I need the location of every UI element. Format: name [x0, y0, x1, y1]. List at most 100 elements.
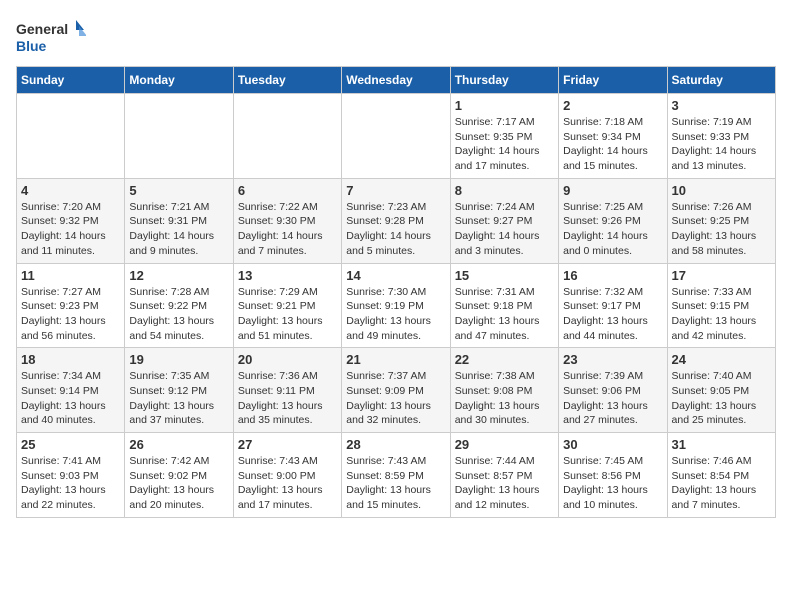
day-info: Sunrise: 7:38 AMSunset: 9:08 PMDaylight:…: [455, 369, 554, 428]
calendar-week-row: 18 Sunrise: 7:34 AMSunset: 9:14 PMDayligh…: [17, 348, 776, 433]
calendar-cell: [233, 94, 341, 179]
calendar-cell: [17, 94, 125, 179]
day-info: Sunrise: 7:19 AMSunset: 9:33 PMDaylight:…: [672, 115, 771, 174]
svg-text:Blue: Blue: [16, 38, 47, 54]
calendar-cell: 18 Sunrise: 7:34 AMSunset: 9:14 PMDayligh…: [17, 348, 125, 433]
day-info: Sunrise: 7:17 AMSunset: 9:35 PMDaylight:…: [455, 115, 554, 174]
day-info: Sunrise: 7:34 AMSunset: 9:14 PMDaylight:…: [21, 369, 120, 428]
calendar-week-row: 4Sunrise: 7:20 AMSunset: 9:32 PMDaylight…: [17, 178, 776, 263]
day-info: Sunrise: 7:36 AMSunset: 9:11 PMDaylight:…: [238, 369, 337, 428]
logo-svg: General Blue: [16, 16, 86, 58]
day-info: Sunrise: 7:21 AMSunset: 9:31 PMDaylight:…: [129, 200, 228, 259]
weekday-header-thursday: Thursday: [450, 67, 558, 94]
day-info: Sunrise: 7:29 AMSunset: 9:21 PMDaylight:…: [238, 285, 337, 344]
day-number: 18: [21, 352, 120, 367]
day-number: 8: [455, 183, 554, 198]
day-info: Sunrise: 7:18 AMSunset: 9:34 PMDaylight:…: [563, 115, 662, 174]
weekday-header-saturday: Saturday: [667, 67, 775, 94]
calendar-cell: 4Sunrise: 7:20 AMSunset: 9:32 PMDaylight…: [17, 178, 125, 263]
day-number: 24: [672, 352, 771, 367]
day-info: Sunrise: 7:43 AMSunset: 9:00 PMDaylight:…: [238, 454, 337, 513]
day-number: 26: [129, 437, 228, 452]
calendar-cell: 9 Sunrise: 7:25 AMSunset: 9:26 PMDaylight…: [559, 178, 667, 263]
weekday-header-friday: Friday: [559, 67, 667, 94]
day-info: Sunrise: 7:22 AMSunset: 9:30 PMDaylight:…: [238, 200, 337, 259]
day-number: 10: [672, 183, 771, 198]
calendar-cell: 12 Sunrise: 7:28 AMSunset: 9:22 PMDayligh…: [125, 263, 233, 348]
logo: General Blue: [16, 16, 86, 58]
day-number: 30: [563, 437, 662, 452]
calendar-cell: 24 Sunrise: 7:40 AMSunset: 9:05 PMDayligh…: [667, 348, 775, 433]
day-number: 14: [346, 268, 445, 283]
day-info: Sunrise: 7:39 AMSunset: 9:06 PMDaylight:…: [563, 369, 662, 428]
calendar-cell: 13 Sunrise: 7:29 AMSunset: 9:21 PMDayligh…: [233, 263, 341, 348]
day-info: Sunrise: 7:25 AMSunset: 9:26 PMDaylight:…: [563, 200, 662, 259]
day-info: Sunrise: 7:31 AMSunset: 9:18 PMDaylight:…: [455, 285, 554, 344]
calendar-cell: 26Sunrise: 7:42 AMSunset: 9:02 PMDayligh…: [125, 433, 233, 518]
calendar-table: SundayMondayTuesdayWednesdayThursdayFrid…: [16, 66, 776, 518]
calendar-cell: 25 Sunrise: 7:41 AMSunset: 9:03 PMDayligh…: [17, 433, 125, 518]
day-number: 13: [238, 268, 337, 283]
svg-text:General: General: [16, 21, 68, 37]
day-number: 29: [455, 437, 554, 452]
day-number: 9: [563, 183, 662, 198]
calendar-cell: 7Sunrise: 7:23 AMSunset: 9:28 PMDaylight…: [342, 178, 450, 263]
day-number: 19: [129, 352, 228, 367]
calendar-cell: 22 Sunrise: 7:38 AMSunset: 9:08 PMDayligh…: [450, 348, 558, 433]
calendar-cell: 21 Sunrise: 7:37 AMSunset: 9:09 PMDayligh…: [342, 348, 450, 433]
day-info: Sunrise: 7:30 AMSunset: 9:19 PMDaylight:…: [346, 285, 445, 344]
calendar-cell: [125, 94, 233, 179]
calendar-cell: 20 Sunrise: 7:36 AMSunset: 9:11 PMDayligh…: [233, 348, 341, 433]
calendar-cell: 11 Sunrise: 7:27 AMSunset: 9:23 PMDayligh…: [17, 263, 125, 348]
calendar-cell: 1 Sunrise: 7:17 AMSunset: 9:35 PMDaylight…: [450, 94, 558, 179]
day-info: Sunrise: 7:37 AMSunset: 9:09 PMDaylight:…: [346, 369, 445, 428]
day-info: Sunrise: 7:43 AMSunset: 8:59 PMDaylight:…: [346, 454, 445, 513]
day-number: 12: [129, 268, 228, 283]
day-number: 15: [455, 268, 554, 283]
day-number: 20: [238, 352, 337, 367]
calendar-cell: 6 Sunrise: 7:22 AMSunset: 9:30 PMDaylight…: [233, 178, 341, 263]
day-info: Sunrise: 7:28 AMSunset: 9:22 PMDaylight:…: [129, 285, 228, 344]
weekday-header-wednesday: Wednesday: [342, 67, 450, 94]
calendar-week-row: 25 Sunrise: 7:41 AMSunset: 9:03 PMDayligh…: [17, 433, 776, 518]
calendar-cell: 28Sunrise: 7:43 AMSunset: 8:59 PMDayligh…: [342, 433, 450, 518]
day-number: 1: [455, 98, 554, 113]
day-number: 27: [238, 437, 337, 452]
calendar-cell: 27 Sunrise: 7:43 AMSunset: 9:00 PMDayligh…: [233, 433, 341, 518]
day-info: Sunrise: 7:41 AMSunset: 9:03 PMDaylight:…: [21, 454, 120, 513]
calendar-cell: 16Sunrise: 7:32 AMSunset: 9:17 PMDayligh…: [559, 263, 667, 348]
calendar-week-row: 1 Sunrise: 7:17 AMSunset: 9:35 PMDaylight…: [17, 94, 776, 179]
calendar-cell: 10 Sunrise: 7:26 AMSunset: 9:25 PMDayligh…: [667, 178, 775, 263]
weekday-header-row: SundayMondayTuesdayWednesdayThursdayFrid…: [17, 67, 776, 94]
calendar-cell: 30 Sunrise: 7:45 AMSunset: 8:56 PMDayligh…: [559, 433, 667, 518]
calendar-cell: 14 Sunrise: 7:30 AMSunset: 9:19 PMDayligh…: [342, 263, 450, 348]
calendar-cell: 8 Sunrise: 7:24 AMSunset: 9:27 PMDaylight…: [450, 178, 558, 263]
day-number: 4: [21, 183, 120, 198]
day-number: 11: [21, 268, 120, 283]
day-number: 23: [563, 352, 662, 367]
day-number: 31: [672, 437, 771, 452]
calendar-week-row: 11 Sunrise: 7:27 AMSunset: 9:23 PMDayligh…: [17, 263, 776, 348]
calendar-cell: [342, 94, 450, 179]
weekday-header-sunday: Sunday: [17, 67, 125, 94]
day-number: 6: [238, 183, 337, 198]
calendar-cell: 5Sunrise: 7:21 AMSunset: 9:31 PMDaylight…: [125, 178, 233, 263]
day-number: 22: [455, 352, 554, 367]
calendar-cell: 29 Sunrise: 7:44 AMSunset: 8:57 PMDayligh…: [450, 433, 558, 518]
day-info: Sunrise: 7:27 AMSunset: 9:23 PMDaylight:…: [21, 285, 120, 344]
day-info: Sunrise: 7:44 AMSunset: 8:57 PMDaylight:…: [455, 454, 554, 513]
day-info: Sunrise: 7:32 AMSunset: 9:17 PMDaylight:…: [563, 285, 662, 344]
day-info: Sunrise: 7:40 AMSunset: 9:05 PMDaylight:…: [672, 369, 771, 428]
day-number: 3: [672, 98, 771, 113]
day-info: Sunrise: 7:33 AMSunset: 9:15 PMDaylight:…: [672, 285, 771, 344]
day-info: Sunrise: 7:45 AMSunset: 8:56 PMDaylight:…: [563, 454, 662, 513]
calendar-cell: 31Sunrise: 7:46 AMSunset: 8:54 PMDayligh…: [667, 433, 775, 518]
day-info: Sunrise: 7:24 AMSunset: 9:27 PMDaylight:…: [455, 200, 554, 259]
day-number: 7: [346, 183, 445, 198]
day-number: 21: [346, 352, 445, 367]
day-number: 17: [672, 268, 771, 283]
day-info: Sunrise: 7:26 AMSunset: 9:25 PMDaylight:…: [672, 200, 771, 259]
calendar-cell: 2Sunrise: 7:18 AMSunset: 9:34 PMDaylight…: [559, 94, 667, 179]
calendar-cell: 3 Sunrise: 7:19 AMSunset: 9:33 PMDaylight…: [667, 94, 775, 179]
day-number: 25: [21, 437, 120, 452]
